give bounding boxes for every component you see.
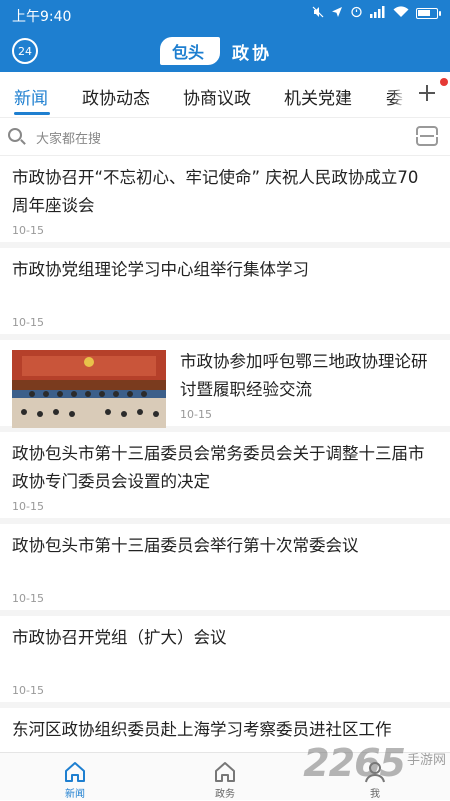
- home-outline-icon: [215, 762, 235, 782]
- search-bar[interactable]: 大家都在搜: [0, 118, 450, 156]
- news-title: 市政协召开“不忘初心、牢记使命” 庆祝人民政协成立70周年座谈会: [12, 168, 419, 215]
- alarm-icon: [350, 5, 363, 21]
- user-icon: [365, 762, 385, 783]
- news-item[interactable]: 政协包头市第十三届委员会常务委员会关于调整十三届市政协专门委员会设置的决定 10…: [0, 432, 450, 524]
- app-bar: 24 包头 政协: [0, 28, 450, 72]
- wifi-icon: [393, 5, 409, 21]
- news-date: 10-15: [12, 224, 44, 237]
- tab-party-building[interactable]: 机关党建: [284, 84, 352, 109]
- news-date: 10-15: [12, 684, 44, 697]
- news-item[interactable]: 市政协参加呼包鄂三地政协理论研讨暨履职经验交流 10-15: [0, 340, 450, 432]
- search-placeholder: 大家都在搜: [36, 132, 102, 147]
- news-date: 10-15: [12, 500, 44, 513]
- search-icon: [8, 128, 22, 142]
- nav-news[interactable]: 新闻: [25, 753, 125, 801]
- history-24-button[interactable]: 24: [12, 38, 38, 64]
- nav-me[interactable]: 我: [325, 753, 425, 801]
- nav-me-label: 我: [370, 789, 380, 800]
- tab-consultation[interactable]: 协商议政: [183, 84, 251, 109]
- news-item[interactable]: 市政协召开“不忘初心、牢记使命” 庆祝人民政协成立70周年座谈会 10-15: [0, 156, 450, 248]
- news-item[interactable]: 市政协召开党组（扩大）会议 10-15: [0, 616, 450, 708]
- category-tabs: 新闻 政协动态 协商议政 机关党建 委员: [0, 72, 450, 118]
- news-item[interactable]: 市政协党组理论学习中心组举行集体学习 10-15: [0, 248, 450, 340]
- news-thumbnail: [12, 350, 166, 428]
- notification-dot: [440, 78, 448, 86]
- news-title: 市政协参加呼包鄂三地政协理论研讨暨履职经验交流: [180, 352, 428, 399]
- app-logo: 包头 政协: [160, 37, 273, 65]
- nav-government-label: 政务: [215, 789, 235, 800]
- bottom-nav: 新闻 政务 我: [0, 752, 450, 800]
- battery-icon: [416, 7, 441, 19]
- tab-news[interactable]: 新闻: [14, 84, 48, 109]
- tab-manage-button[interactable]: [404, 72, 450, 117]
- news-title: 政协包头市第十三届委员会常务委员会关于调整十三届市政协专门委员会设置的决定: [12, 444, 425, 491]
- status-icons: [312, 5, 441, 21]
- news-date: 10-15: [180, 408, 212, 421]
- news-list: 市政协召开“不忘初心、牢记使命” 庆祝人民政协成立70周年座谈会 10-15 市…: [0, 156, 450, 752]
- home-icon: [65, 762, 85, 782]
- news-date: 10-15: [12, 592, 44, 605]
- news-item[interactable]: 政协包头市第十三届委员会举行第十次常委会议 10-15: [0, 524, 450, 616]
- news-title: 东河区政协组织委员赴上海学习考察委员进社区工作: [12, 720, 392, 739]
- nav-government[interactable]: 政务: [175, 753, 275, 801]
- app-header: 上午9:40 24 包头 政协: [0, 0, 450, 72]
- signal-icon: [370, 5, 386, 21]
- nav-news-label: 新闻: [65, 789, 85, 800]
- history-badge-text: 24: [18, 44, 32, 58]
- news-item[interactable]: 东河区政协组织委员赴上海学习考察委员进社区工作: [0, 708, 450, 752]
- news-title: 政协包头市第十三届委员会举行第十次常委会议: [12, 536, 359, 555]
- plus-icon: [417, 80, 437, 110]
- scan-icon[interactable]: [414, 126, 440, 146]
- tab-cppcc-news[interactable]: 政协动态: [82, 84, 150, 109]
- news-date: 10-15: [12, 316, 44, 329]
- news-title: 市政协召开党组（扩大）会议: [12, 628, 227, 647]
- logo-word: 政协: [232, 43, 273, 64]
- status-bar: 上午9:40: [0, 0, 450, 28]
- status-time: 上午9:40: [12, 9, 72, 25]
- location-icon: [331, 6, 343, 21]
- logo-plate: 包头: [160, 37, 221, 65]
- mute-icon: [312, 6, 324, 21]
- active-tab-indicator: [14, 112, 50, 115]
- news-title: 市政协党组理论学习中心组举行集体学习: [12, 260, 309, 279]
